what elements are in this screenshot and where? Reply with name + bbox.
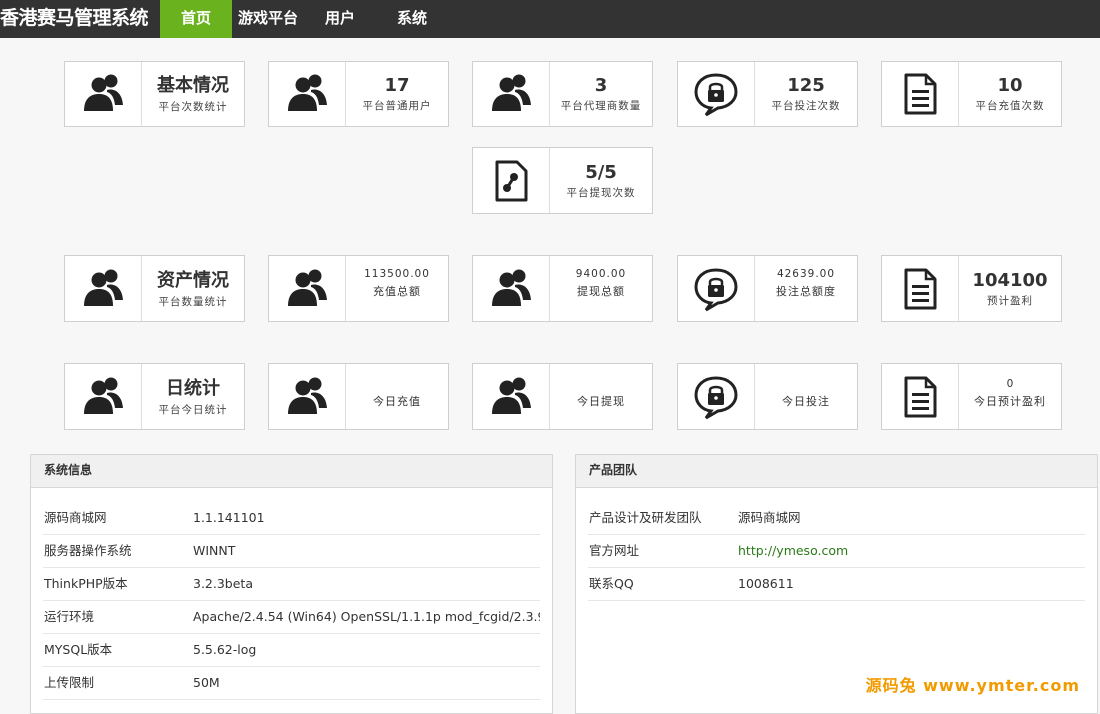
info-key: 源码商城网 — [44, 510, 107, 525]
section-subtitle: 平台数量统计 — [158, 295, 228, 308]
document-icon — [882, 256, 959, 321]
stat-label: 平台普通用户 — [362, 100, 432, 112]
main-nav: 首页 游戏平台 用户 系统 — [160, 0, 448, 38]
info-value: 1008611 — [738, 576, 794, 591]
stat-card-today-recharge: 今日充值 — [268, 363, 449, 430]
stat-value: 0 — [1006, 378, 1014, 390]
info-row: 上传限制 50M — [43, 667, 540, 700]
stat-label: 平台代理商数量 — [560, 100, 642, 112]
lock-bubble-icon — [678, 256, 755, 321]
stat-label: 平台提现次数 — [566, 186, 636, 199]
stat-value: 125 — [787, 75, 825, 96]
info-value: 50M — [193, 675, 220, 690]
users-icon — [473, 62, 550, 126]
watermark: 源码兔 www.ymter.com — [865, 676, 1080, 695]
info-row: ThinkPHP版本 3.2.3beta — [43, 568, 540, 601]
lock-bubble-icon — [678, 364, 755, 429]
stat-label: 今日充值 — [373, 395, 421, 408]
stat-card-today-profit: 0 今日预计盈利 — [881, 363, 1062, 430]
users-icon — [269, 364, 346, 429]
panel-title: 产品团队 — [576, 455, 1097, 488]
stat-value: 5/5 — [585, 161, 617, 183]
stat-label: 预计盈利 — [987, 294, 1033, 307]
info-value: 3.2.3beta — [193, 576, 253, 591]
nav-home[interactable]: 首页 — [160, 0, 232, 38]
stat-label: 今日投注 — [782, 395, 830, 408]
info-value: 1.1.141101 — [193, 510, 265, 525]
section-title: 日统计 — [166, 377, 220, 399]
section-subtitle: 平台次数统计 — [158, 101, 228, 113]
stat-value: 104100 — [972, 269, 1048, 291]
users-icon — [65, 364, 142, 429]
panel-title: 系统信息 — [31, 455, 552, 488]
info-value: Apache/2.4.54 (Win64) OpenSSL/1.1.1p mod… — [193, 609, 540, 624]
file-link-icon — [473, 148, 550, 213]
users-icon — [269, 256, 346, 321]
stat-label: 平台投注次数 — [771, 100, 841, 112]
top-navbar: 香港赛马管理系统 首页 游戏平台 用户 系统 — [0, 0, 1100, 38]
stat-value: 42639.00 — [776, 268, 836, 280]
section-subtitle: 平台今日统计 — [158, 403, 228, 416]
info-key: 服务器操作系统 — [44, 543, 132, 558]
info-row: 联系QQ 1008611 — [588, 568, 1085, 601]
nav-system[interactable]: 系统 — [376, 0, 448, 38]
stat-card-withdrawals: 5/5 平台提现次数 — [472, 147, 653, 214]
brand-title: 香港赛马管理系统 — [0, 7, 149, 29]
info-row: 源码商城网 1.1.141101 — [43, 502, 540, 535]
stat-value: 9400.00 — [575, 268, 627, 280]
info-value: 源码商城网 — [738, 510, 801, 525]
nav-game-platform[interactable]: 游戏平台 — [232, 0, 304, 38]
stat-card-normal-users: 17 平台普通用户 — [268, 61, 449, 127]
info-value: WINNT — [193, 543, 236, 558]
section-title: 基本情况 — [157, 75, 229, 96]
users-icon — [65, 256, 142, 321]
info-key: 产品设计及研发团队 — [589, 510, 702, 525]
stat-label: 平台充值次数 — [975, 100, 1045, 112]
website-link[interactable]: http://ymeso.com — [738, 535, 1085, 567]
info-row: 运行环境 Apache/2.4.54 (Win64) OpenSSL/1.1.1… — [43, 601, 540, 634]
stat-card-today-withdraw: 今日提现 — [472, 363, 653, 430]
stat-card-recharges: 10 平台充值次数 — [881, 61, 1062, 127]
stat-value: 10 — [997, 75, 1023, 96]
info-row: MYSQL版本 5.5.62-log — [43, 634, 540, 667]
users-icon — [473, 364, 550, 429]
stat-value: 3 — [594, 75, 608, 96]
nav-users[interactable]: 用户 — [304, 0, 376, 38]
stat-value: 113500.00 — [364, 268, 430, 280]
users-icon — [65, 62, 142, 126]
users-icon — [269, 62, 346, 126]
stat-card-bet-total: 42639.00 投注总额度 — [677, 255, 858, 322]
lock-bubble-icon — [678, 62, 755, 126]
assets-overview-card: 资产情况 平台数量统计 — [64, 255, 245, 322]
info-key: MYSQL版本 — [44, 642, 113, 657]
stat-card-agents: 3 平台代理商数量 — [472, 61, 653, 127]
basic-overview-card: 基本情况 平台次数统计 — [64, 61, 245, 127]
stat-card-today-bets: 今日投注 — [677, 363, 858, 430]
stat-label: 投注总额度 — [776, 285, 836, 298]
info-key: ThinkPHP版本 — [44, 576, 128, 591]
stat-card-bets: 125 平台投注次数 — [677, 61, 858, 127]
stat-label: 提现总额 — [577, 285, 625, 298]
stat-value: 17 — [384, 75, 410, 96]
info-row: 官方网址 http://ymeso.com — [588, 535, 1085, 568]
info-key: 运行环境 — [44, 609, 95, 624]
info-key: 联系QQ — [589, 576, 634, 591]
stat-label: 充值总额 — [373, 285, 421, 298]
stat-card-recharge-total: 113500.00 充值总额 — [268, 255, 449, 322]
document-icon — [882, 62, 959, 126]
info-value: 5.5.62-log — [193, 642, 257, 657]
stat-card-expected-profit: 104100 预计盈利 — [881, 255, 1062, 322]
stat-label: 今日预计盈利 — [974, 395, 1046, 408]
stat-card-withdraw-total: 9400.00 提现总额 — [472, 255, 653, 322]
daily-overview-card: 日统计 平台今日统计 — [64, 363, 245, 430]
info-key: 官方网址 — [589, 543, 640, 558]
info-row: 产品设计及研发团队 源码商城网 — [588, 502, 1085, 535]
system-info-panel: 系统信息 源码商城网 1.1.141101 服务器操作系统 WINNT Thin… — [30, 454, 553, 714]
section-title: 资产情况 — [157, 269, 229, 291]
info-key: 上传限制 — [44, 675, 95, 690]
stat-label: 今日提现 — [577, 395, 625, 408]
users-icon — [473, 256, 550, 321]
document-icon — [882, 364, 959, 429]
info-row: 服务器操作系统 WINNT — [43, 535, 540, 568]
